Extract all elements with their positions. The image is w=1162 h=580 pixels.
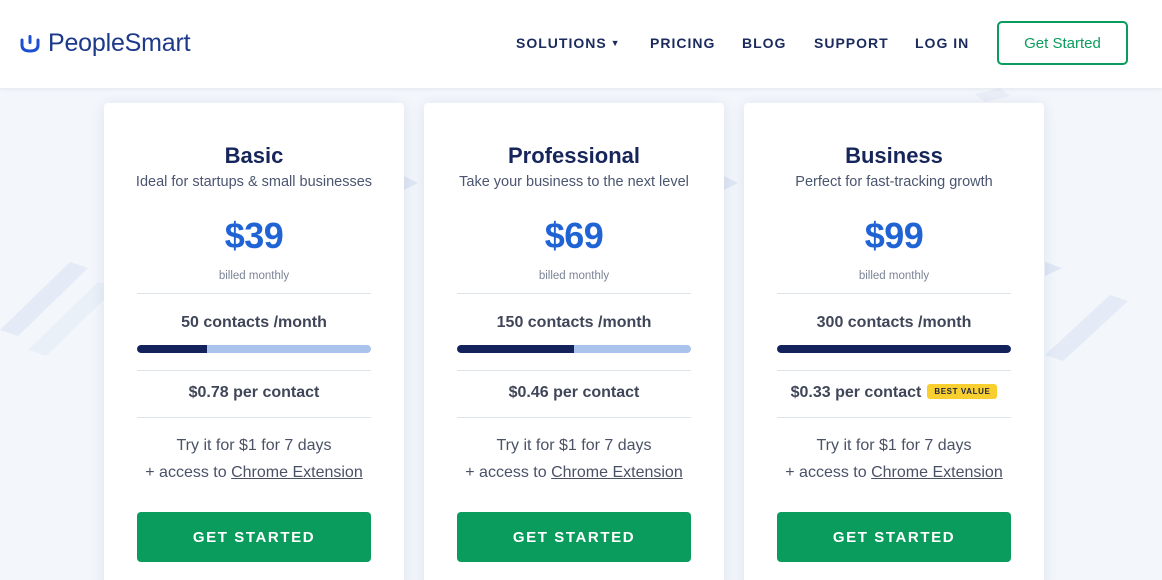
chrome-extension-link[interactable]: Chrome Extension (551, 464, 683, 481)
chrome-extension-link[interactable]: Chrome Extension (231, 464, 363, 481)
plan-description: Perfect for fast-tracking growth (795, 174, 993, 190)
usage-bar (137, 345, 371, 353)
per-contact-price: $0.46 per contact (424, 384, 724, 402)
site-header: PeopleSmart SOLUTIONS ▼ PRICING BLOG SUPP… (0, 0, 1162, 88)
plan-card-business: Business Perfect for fast-tracking growt… (744, 103, 1044, 580)
get-started-button-business[interactable]: GET STARTED (777, 512, 1011, 562)
brand-logo[interactable]: PeopleSmart (19, 28, 191, 58)
per-contact-price: $0.33 per contact BEST VALUE (744, 384, 1044, 402)
per-contact-text: $0.78 per contact (188, 384, 320, 401)
plan-name: Professional (507, 143, 641, 168)
per-contact-price: $0.78 per contact (104, 384, 404, 402)
usage-bar-fill (777, 345, 1011, 353)
access-text: + access to Chrome Extension (744, 464, 1044, 482)
divider (457, 417, 691, 418)
logo-icon (20, 35, 40, 53)
per-contact-text: $0.46 per contact (508, 384, 640, 401)
get-started-button-basic[interactable]: GET STARTED (137, 512, 371, 562)
divider (457, 370, 691, 371)
divider (137, 293, 371, 294)
plan-name: Business (845, 143, 943, 168)
plan-card-basic: Basic Ideal for startups & small busines… (104, 103, 404, 580)
divider (777, 370, 1011, 371)
access-text: + access to Chrome Extension (424, 464, 724, 482)
nav-support[interactable]: SUPPORT (814, 35, 889, 51)
divider (457, 293, 691, 294)
trial-text: Try it for $1 for 7 days (176, 437, 332, 454)
brand-name: PeopleSmart (48, 28, 191, 57)
header-get-started-button[interactable]: Get Started (997, 21, 1128, 65)
usage-bar-fill (137, 345, 208, 353)
plan-price: $69 (544, 215, 604, 256)
per-contact-text: $0.33 per contact (790, 384, 922, 401)
divider (777, 293, 1011, 294)
divider (777, 417, 1011, 418)
nav-login[interactable]: LOG IN (915, 35, 969, 51)
trial-text: Try it for $1 for 7 days (816, 437, 972, 454)
get-started-button-professional[interactable]: GET STARTED (457, 512, 691, 562)
divider (137, 417, 371, 418)
plan-description: Ideal for startups & small businesses (135, 174, 373, 190)
access-prefix: + access to (145, 464, 227, 481)
plan-billing: billed monthly (858, 270, 930, 282)
trial-text: Try it for $1 for 7 days (496, 437, 652, 454)
plan-contacts: 300 contacts /month (816, 314, 972, 331)
plan-contacts: 150 contacts /month (496, 314, 652, 331)
plan-price: $99 (864, 215, 924, 256)
usage-bar-fill (457, 345, 574, 353)
nav-pricing[interactable]: PRICING (650, 35, 715, 51)
best-value-badge: BEST VALUE (927, 384, 998, 399)
access-text: + access to Chrome Extension (104, 464, 404, 482)
plan-description: Take your business to the next level (459, 174, 689, 190)
usage-bar (457, 345, 691, 353)
nav-solutions-label: SOLUTIONS (516, 35, 607, 51)
plan-card-professional: Professional Take your business to the n… (424, 103, 724, 580)
plan-name: Basic (224, 143, 284, 168)
caret-down-icon: ▼ (610, 38, 621, 48)
access-prefix: + access to (465, 464, 547, 481)
nav-blog[interactable]: BLOG (742, 35, 786, 51)
divider (137, 370, 371, 371)
plan-contacts: 50 contacts /month (181, 314, 327, 331)
plan-billing: billed monthly (538, 270, 610, 282)
usage-bar (777, 345, 1011, 353)
plan-price: $39 (224, 215, 284, 256)
plan-billing: billed monthly (218, 270, 290, 282)
chrome-extension-link[interactable]: Chrome Extension (871, 464, 1003, 481)
nav-solutions[interactable]: SOLUTIONS ▼ (516, 35, 621, 51)
access-prefix: + access to (785, 464, 867, 481)
